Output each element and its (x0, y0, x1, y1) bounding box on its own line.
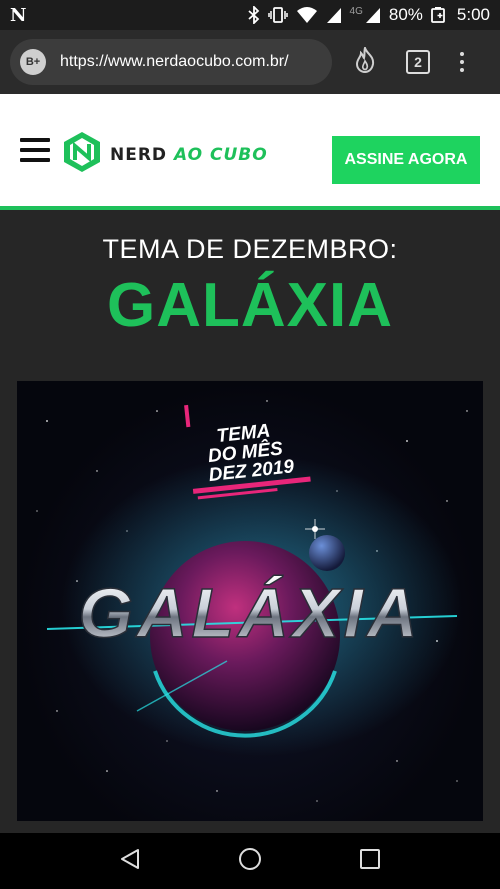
battery-charging-icon (431, 6, 449, 24)
url-text[interactable]: https://www.nerdaocubo.com.br/ (60, 53, 289, 71)
address-bar[interactable]: B+ https://www.nerdaocubo.com.br/ (10, 39, 332, 85)
signal-icon (365, 6, 381, 24)
theme-label: TEMA DE DEZEMBRO: (102, 234, 398, 264)
moon-graphic (309, 535, 345, 571)
logo-text-ao-cubo: AO CUBO (173, 144, 268, 165)
recents-icon[interactable] (359, 848, 381, 875)
notification-app-icon: N (10, 4, 27, 26)
browser-actions: 2 (354, 44, 464, 78)
clock: 5:00 (456, 5, 490, 24)
wifi-icon (296, 6, 318, 24)
flame-icon[interactable] (354, 44, 376, 78)
logo-text-nerd: NERD (110, 144, 168, 165)
theme-banner-image[interactable]: TEMA DO MÊS DEZ 2019 GALÁXIA (17, 381, 483, 821)
menu-icon[interactable] (20, 138, 50, 162)
site-logo[interactable]: NERD AO CUBO (62, 130, 268, 179)
status-bar: N 4G 80% 5:00 (0, 0, 500, 30)
main-content: TEMA DE DEZEMBRO: GALÁXIA TEMA DO MÊS DE… (0, 210, 500, 833)
site-info-badge[interactable]: B+ (20, 49, 46, 75)
home-icon[interactable] (238, 847, 262, 876)
bluetooth-icon (247, 6, 260, 24)
more-vert-icon[interactable] (460, 52, 464, 72)
system-nav-bar (0, 833, 500, 889)
cube-logo-icon (62, 130, 102, 179)
back-icon[interactable] (119, 848, 141, 875)
site-header: NERD AO CUBO ASSINE AGORA (0, 94, 500, 210)
browser-toolbar: B+ https://www.nerdaocubo.com.br/ 2 (0, 30, 500, 94)
theme-title: GALÁXIA (107, 271, 393, 340)
subscribe-button[interactable]: ASSINE AGORA (332, 136, 480, 184)
logo-wordmark: NERD AO CUBO (110, 145, 268, 165)
status-indicators: 4G 80% 5:00 (247, 5, 490, 25)
tab-switcher-icon[interactable]: 2 (406, 50, 430, 74)
signal-icon (326, 6, 342, 24)
battery-percent: 80% (388, 5, 423, 24)
network-type-label: 4G (349, 5, 363, 17)
vibrate-icon (267, 6, 288, 24)
banner-headline: GALÁXIA (79, 574, 422, 652)
